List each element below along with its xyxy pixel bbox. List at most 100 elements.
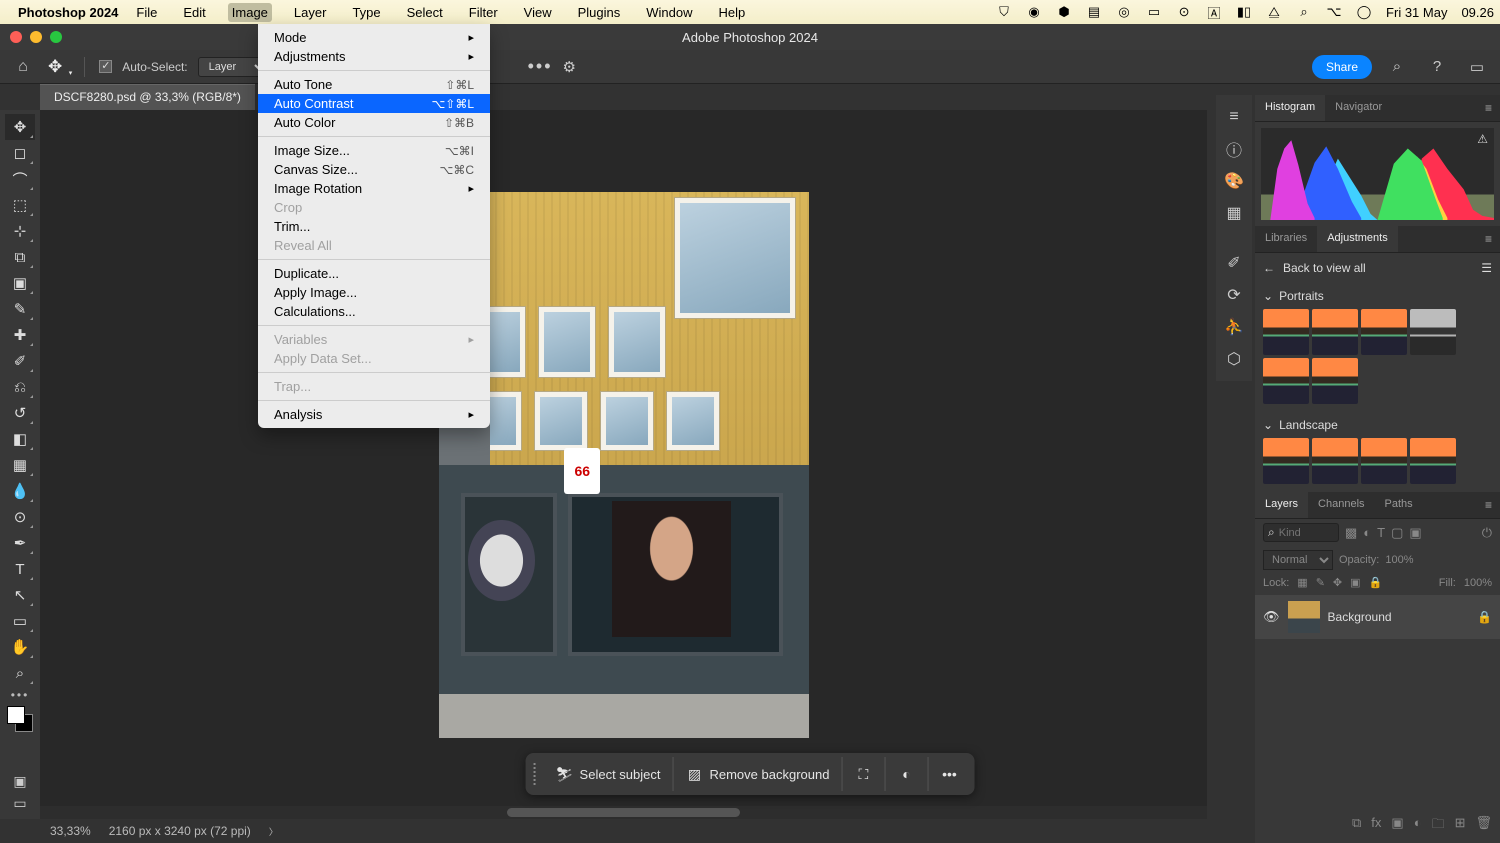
menu-edit[interactable]: Edit [179,3,209,22]
layer-kind-filter[interactable]: ⌕ [1263,523,1339,542]
fx-icon[interactable]: fx [1371,815,1381,837]
adjust-icon[interactable]: ◐ [885,757,928,791]
minimize-window-button[interactable] [30,31,42,43]
menu-image[interactable]: Image [228,3,272,22]
layer-thumbnail[interactable] [1288,601,1320,633]
filter-toggle[interactable]: ⏻ [1482,525,1492,541]
menu-help[interactable]: Help [715,3,750,22]
tab-adjustments[interactable]: Adjustments [1317,226,1398,252]
select-subject-button[interactable]: ⛷Select subject [544,757,674,791]
layer-row-background[interactable]: 👁 Background 🔒 [1255,595,1500,639]
filter-image-icon[interactable]: ▩ [1345,525,1357,541]
menu-plugins[interactable]: Plugins [574,3,625,22]
lock-trans-icon[interactable]: ▦ [1297,576,1307,589]
current-tool-icon[interactable]: ✥ [48,57,70,77]
zoom-window-button[interactable] [50,31,62,43]
menuitem-image-rotation[interactable]: Image Rotation [258,179,490,198]
panel-swatches-icon[interactable]: ▦ [1220,199,1248,227]
group-icon[interactable]: 🗀 [1432,815,1445,837]
workspace-icon[interactable]: ▭ [1462,58,1492,76]
opacity-value[interactable]: 100% [1385,554,1413,566]
quickmask-icon[interactable]: ▣ [9,773,31,791]
menu-window[interactable]: Window [642,3,696,22]
panel-3d-icon[interactable]: ⬡ [1220,345,1248,373]
wifi-icon[interactable]: ⧋ [1266,4,1282,20]
filter-adjust-icon[interactable]: ◐ [1363,525,1371,540]
menu-file[interactable]: File [132,3,161,22]
lock-icon[interactable]: 🔒 [1477,610,1492,624]
lock-paint-icon[interactable]: ✎ [1316,576,1325,589]
more-icon[interactable]: ••• [928,757,970,791]
menuitem-auto-contrast[interactable]: Auto Contrast⌥⇧⌘L [258,94,490,113]
panel-char-icon[interactable]: ⛹ [1220,313,1248,341]
tool-brush[interactable]: ✐ [5,348,35,374]
tool-hand[interactable]: ✋ [5,634,35,660]
link-icon[interactable]: ⧉ [1352,815,1361,837]
layer-name[interactable]: Background [1328,610,1392,624]
image-canvas[interactable]: 66 [439,192,809,738]
panel-menu-icon[interactable]: ≡ [1477,492,1500,518]
doc-icon[interactable]: ▤ [1086,4,1102,20]
blend-mode-select[interactable]: Normal [1263,550,1333,570]
menu-filter[interactable]: Filter [465,3,502,22]
menuitem-adjustments[interactable]: Adjustments [258,47,490,66]
siri-icon[interactable]: ◯ [1356,4,1372,20]
preset-thumb[interactable] [1361,438,1407,484]
menuitem-apply-image[interactable]: Apply Image... [258,283,490,302]
record-icon[interactable]: ◉ [1026,4,1042,20]
shield-icon[interactable]: ⛉ [996,4,1012,20]
tool-eraser[interactable]: ◧ [5,426,35,452]
screenmode-icon[interactable]: ▭ [9,795,31,813]
play-icon[interactable]: ⊙ [1176,4,1192,20]
preset-thumb[interactable] [1312,309,1358,355]
menuitem-calculations[interactable]: Calculations... [258,302,490,321]
menuitem-duplicate[interactable]: Duplicate... [258,264,490,283]
menuitem-auto-color[interactable]: Auto Color⇧⌘B [258,113,490,132]
filter-smart-icon[interactable]: ▣ [1409,525,1421,541]
panel-menu-icon[interactable]: ≡ [1477,95,1500,121]
canvas-area[interactable]: 66 [40,110,1207,819]
transform-icon[interactable]: ⛶ [842,757,885,791]
panel-brush-icon[interactable]: ✐ [1220,249,1248,277]
lock-artboard-icon[interactable]: ▣ [1350,576,1360,589]
tab-navigator[interactable]: Navigator [1325,95,1392,121]
target-icon[interactable]: ◎ [1116,4,1132,20]
fill-value[interactable]: 100% [1464,577,1492,589]
panel-info-icon[interactable]: ⓘ [1220,135,1248,163]
tab-channels[interactable]: Channels [1308,492,1374,518]
filter-type-icon[interactable]: T [1377,525,1385,540]
menu-layer[interactable]: Layer [290,3,331,22]
zoom-level[interactable]: 33,33% [50,824,91,838]
tool-type[interactable]: T [5,556,35,582]
tool-pen[interactable]: ✒ [5,530,35,556]
help-icon[interactable]: ? [1422,58,1452,75]
tool-move[interactable]: ✥ [5,114,35,140]
tool-zoom[interactable]: ⌕ [5,660,35,686]
preset-thumb[interactable] [1312,358,1358,404]
mask-icon[interactable]: ▣ [1391,815,1403,837]
cache-warning-icon[interactable]: ⚠ [1477,132,1488,146]
home-icon[interactable]: ⌂ [8,58,38,76]
drag-handle-icon[interactable] [534,763,540,785]
search-icon[interactable]: ⌕ [1296,4,1312,20]
preset-thumb[interactable] [1361,309,1407,355]
horizontal-scrollbar[interactable] [40,806,1207,819]
tool-spot-heal[interactable]: ✚ [5,322,35,348]
lock-move-icon[interactable]: ✥ [1333,576,1342,589]
menubar-time[interactable]: 09.26 [1461,5,1494,20]
preset-thumb[interactable] [1410,309,1456,355]
auto-select-checkbox[interactable] [99,60,112,73]
share-button[interactable]: Share [1312,55,1372,79]
preset-thumb[interactable] [1263,358,1309,404]
menubar-date[interactable]: Fri 31 May [1386,5,1447,20]
filter-shape-icon[interactable]: ▢ [1391,525,1403,541]
new-layer-icon[interactable]: ⊞ [1455,815,1466,837]
tool-object-select[interactable]: ⬚ [5,192,35,218]
preset-thumb[interactable] [1312,438,1358,484]
control-center-icon[interactable]: ⌥ [1326,4,1342,20]
tool-marquee[interactable]: ◻ [5,140,35,166]
a-box-icon[interactable]: 🄰 [1206,4,1222,20]
tool-crop[interactable]: ⧉ [5,244,35,270]
tool-clone[interactable]: ⎌ [5,374,35,400]
menuitem-image-size[interactable]: Image Size...⌥⌘I [258,141,490,160]
